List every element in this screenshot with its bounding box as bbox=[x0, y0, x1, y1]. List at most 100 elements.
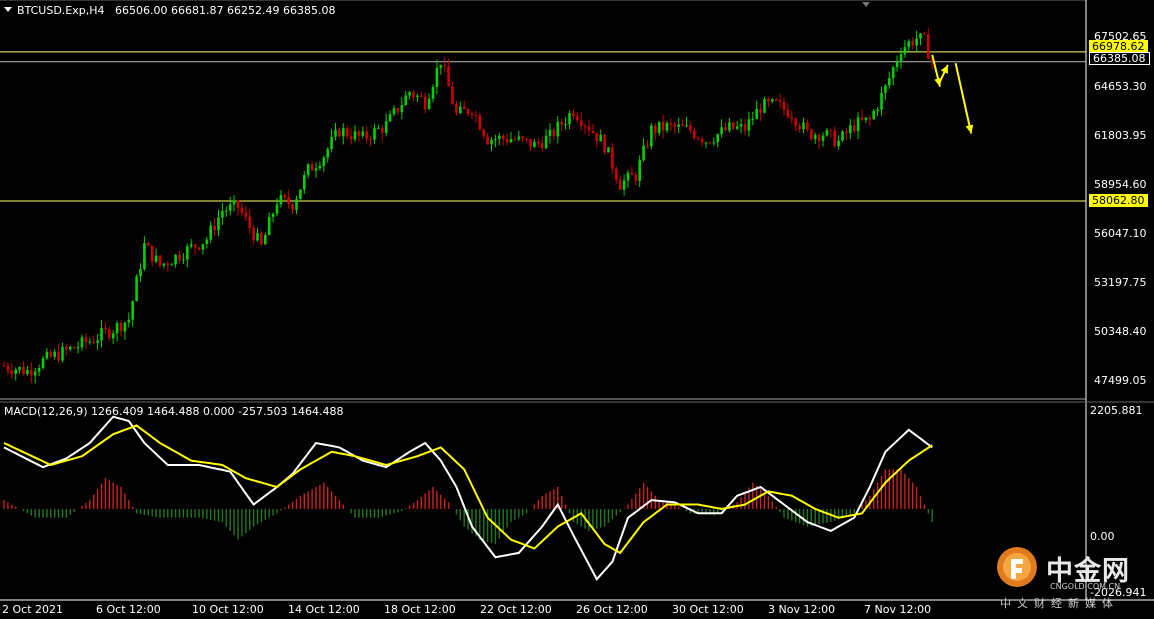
candle-body bbox=[903, 47, 907, 55]
candle-body bbox=[131, 301, 134, 320]
candle-body bbox=[57, 351, 60, 361]
candle-body bbox=[178, 254, 181, 261]
candle-body bbox=[225, 210, 228, 212]
candle-body bbox=[681, 124, 684, 127]
candle-body bbox=[80, 337, 84, 348]
time-tick: 18 Oct 12:00 bbox=[384, 603, 456, 616]
candle-body bbox=[100, 327, 103, 341]
candle-body bbox=[322, 157, 326, 167]
candle-body bbox=[111, 333, 115, 339]
candle-body bbox=[353, 131, 357, 140]
candle-body bbox=[213, 225, 216, 231]
candle-body bbox=[466, 108, 470, 114]
candle-body bbox=[291, 204, 294, 210]
candle-body bbox=[790, 117, 794, 119]
price-tick: 61803.95 bbox=[1094, 129, 1147, 142]
candle-body bbox=[927, 34, 930, 59]
candle-body bbox=[361, 131, 365, 136]
candle-body bbox=[326, 149, 329, 158]
candle-body bbox=[919, 33, 922, 39]
candle-body bbox=[533, 141, 536, 148]
time-tick: 10 Oct 12:00 bbox=[192, 603, 264, 616]
symbol-label: BTCUSD.Exp,H4 bbox=[17, 4, 105, 17]
candle-body bbox=[470, 113, 474, 116]
candle-body bbox=[603, 134, 606, 153]
candle-body bbox=[221, 210, 224, 218]
candle-body bbox=[92, 341, 95, 343]
candle-body bbox=[232, 200, 236, 205]
candle-body bbox=[576, 116, 579, 121]
candle-body bbox=[540, 143, 544, 149]
candle-body bbox=[856, 117, 860, 132]
candle-body bbox=[872, 111, 875, 119]
candle-body bbox=[41, 358, 45, 369]
candle-body bbox=[182, 259, 185, 261]
candle-body bbox=[139, 269, 142, 277]
price-tick: 47499.05 bbox=[1094, 374, 1147, 387]
candle-body bbox=[802, 122, 805, 130]
candle-body bbox=[685, 125, 688, 127]
candle-body bbox=[147, 243, 150, 246]
candle-body bbox=[404, 95, 407, 106]
open-value: 66506.00 bbox=[115, 4, 168, 17]
candle-body bbox=[615, 168, 618, 180]
candle-body bbox=[143, 243, 146, 270]
candle-body bbox=[888, 78, 891, 86]
candle-body bbox=[2, 365, 6, 367]
candle-body bbox=[521, 136, 524, 139]
candle-body bbox=[49, 351, 53, 357]
trading-chart-window: BTCUSD.Exp,H4 66506.00 66681.87 66252.49… bbox=[0, 0, 1154, 619]
candle-body bbox=[837, 140, 840, 147]
candle-body bbox=[228, 204, 232, 211]
candle-body bbox=[899, 54, 903, 62]
candle-body bbox=[455, 104, 458, 114]
time-tick: 26 Oct 12:00 bbox=[576, 603, 648, 616]
candle-body bbox=[310, 164, 314, 171]
candle-body bbox=[26, 370, 29, 375]
candle-body bbox=[295, 199, 298, 210]
candle-body bbox=[30, 370, 33, 376]
candle-body bbox=[852, 125, 856, 132]
candle-body bbox=[236, 200, 240, 208]
candle-body bbox=[743, 124, 747, 131]
candle-body bbox=[10, 370, 14, 374]
watermark-url: CNGOLD.COM.CN bbox=[1050, 582, 1121, 591]
candle-body bbox=[868, 117, 872, 119]
candle-body bbox=[84, 337, 88, 343]
chart-canvas[interactable] bbox=[0, 0, 1154, 619]
price-tick: 50348.40 bbox=[1094, 325, 1147, 338]
candle-body bbox=[482, 129, 485, 137]
candle-body bbox=[197, 247, 201, 250]
level-badge-lower: 58062.80 bbox=[1089, 194, 1148, 207]
candle-body bbox=[708, 142, 712, 144]
candle-body bbox=[646, 145, 649, 147]
candle-body bbox=[451, 86, 454, 105]
candle-body bbox=[447, 66, 450, 87]
candle-body bbox=[911, 41, 914, 46]
candle-body bbox=[267, 216, 271, 236]
candle-body bbox=[330, 136, 333, 150]
candle-body bbox=[271, 213, 275, 217]
candle-body bbox=[201, 243, 205, 250]
candle-body bbox=[69, 346, 72, 350]
candle-body bbox=[127, 319, 131, 323]
dropdown-triangle-icon[interactable] bbox=[4, 7, 12, 12]
candle-body bbox=[607, 147, 610, 153]
candle-body bbox=[845, 131, 848, 134]
candle-body bbox=[14, 369, 17, 374]
candle-body bbox=[170, 264, 173, 266]
candle-body bbox=[61, 346, 64, 361]
candle-body bbox=[806, 122, 809, 130]
candle-body bbox=[841, 131, 844, 141]
macd-label: MACD(12,26,9) bbox=[4, 405, 88, 418]
candle-body bbox=[498, 135, 501, 140]
candle-body bbox=[693, 130, 696, 138]
candle-body bbox=[162, 263, 166, 266]
candle-body bbox=[505, 138, 509, 143]
candle-body bbox=[669, 122, 673, 125]
candle-body bbox=[166, 263, 170, 266]
candle-body bbox=[626, 172, 630, 181]
candle-body bbox=[673, 124, 677, 127]
candle-body bbox=[579, 120, 583, 126]
candle-body bbox=[381, 127, 384, 133]
